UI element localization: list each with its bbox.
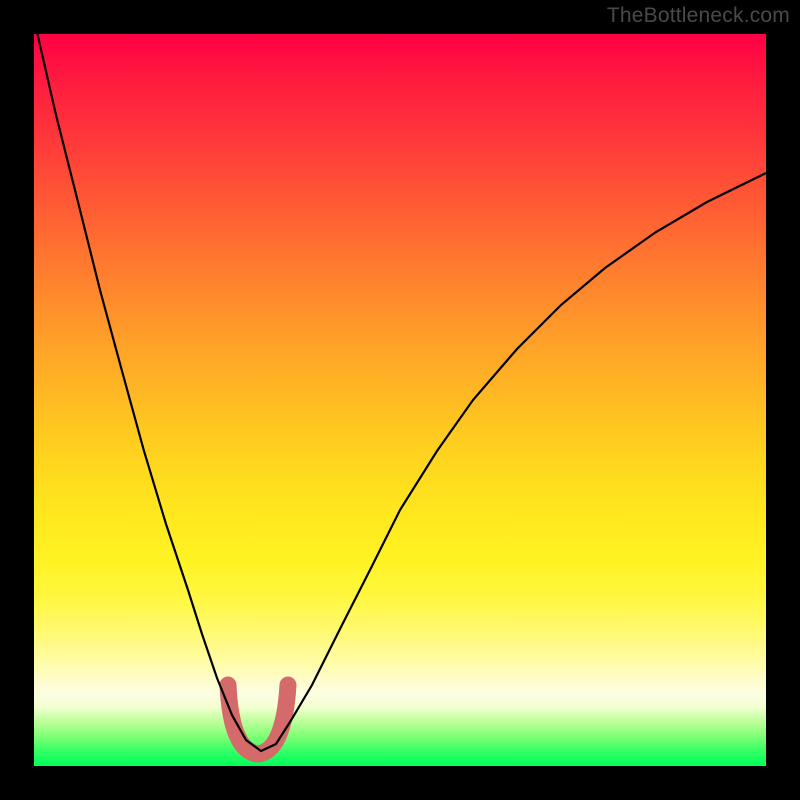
watermark-text: TheBottleneck.com: [607, 4, 790, 28]
bottleneck-curve: [34, 34, 766, 751]
chart-frame: TheBottleneck.com: [0, 0, 800, 800]
trough-marker: [228, 685, 288, 754]
chart-svg: [34, 34, 766, 766]
plot-area: [34, 34, 766, 766]
